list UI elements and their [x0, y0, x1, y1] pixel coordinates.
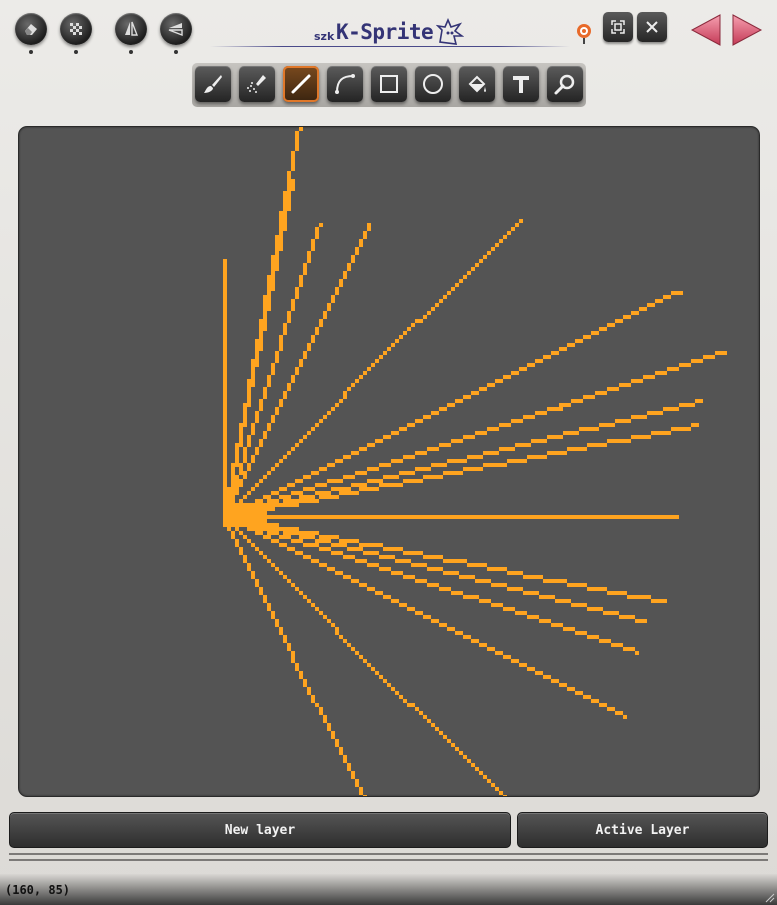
- logo-underline: [210, 46, 570, 47]
- resize-grip-icon[interactable]: [763, 891, 775, 903]
- logo-name: K-Sprite: [336, 20, 434, 44]
- fill-bucket-icon: [468, 75, 486, 93]
- active-layer-label: Active Layer: [595, 822, 690, 838]
- tool-zoom[interactable]: [547, 66, 583, 102]
- arrow-left-icon: [690, 14, 721, 46]
- layer-strip-divider: [9, 853, 768, 855]
- dither-pattern-icon: [70, 23, 82, 35]
- drawing-canvas[interactable]: [18, 126, 760, 797]
- app-logo: szk K-Sprite: [210, 16, 570, 50]
- previous-button[interactable]: [688, 12, 724, 48]
- mirror-vertical-icon: [125, 21, 139, 36]
- tool-ellipse[interactable]: [415, 66, 451, 102]
- ellipse-icon: [423, 74, 443, 94]
- mirror-horizontal-button[interactable]: [160, 13, 192, 54]
- status-bar: [0, 874, 777, 905]
- color-picker-pin[interactable]: [575, 22, 593, 46]
- new-layer-label: New layer: [224, 822, 296, 838]
- cursor-coordinates: (160, 85): [5, 883, 71, 897]
- line-icon: [291, 74, 311, 94]
- active-layer-button[interactable]: Active Layer: [517, 812, 768, 848]
- tool-text[interactable]: [503, 66, 539, 102]
- tool-line[interactable]: [283, 66, 319, 102]
- mirror-vertical-button[interactable]: [115, 13, 147, 54]
- fit-view-button[interactable]: [603, 12, 633, 42]
- logo-prefix: szk: [314, 30, 335, 43]
- tool-spray[interactable]: [239, 66, 275, 102]
- new-layer-button[interactable]: New layer: [9, 812, 511, 848]
- logo-mascot-icon: [436, 18, 464, 45]
- tool-rectangle[interactable]: [371, 66, 407, 102]
- fit-view-icon: [611, 20, 625, 34]
- dither-button[interactable]: [60, 13, 92, 54]
- rectangle-icon: [380, 75, 398, 93]
- curve-icon: [335, 74, 355, 94]
- tool-fill[interactable]: [459, 66, 495, 102]
- brush-icon: [204, 75, 222, 93]
- spray-icon: [247, 75, 266, 93]
- tool-brush[interactable]: [195, 66, 231, 102]
- close-icon: [646, 21, 658, 33]
- magnifier-icon: [554, 74, 575, 95]
- layer-strip-divider: [9, 859, 768, 861]
- text-icon: [513, 76, 529, 93]
- next-button[interactable]: [729, 12, 765, 48]
- tool-curve[interactable]: [327, 66, 363, 102]
- eraser-button[interactable]: [15, 13, 47, 54]
- pixel-artwork: [223, 127, 727, 796]
- eraser-icon: [25, 24, 37, 35]
- mirror-horizontal-icon: [168, 23, 183, 37]
- pin-icon: [577, 24, 591, 44]
- arrow-right-icon: [732, 14, 763, 46]
- close-button[interactable]: [637, 12, 667, 42]
